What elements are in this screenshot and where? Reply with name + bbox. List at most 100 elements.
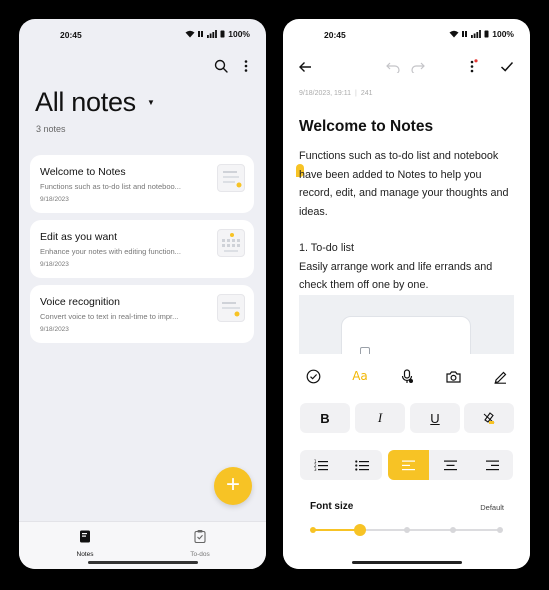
- nav-label-todos: To-dos: [190, 551, 210, 558]
- slider-step[interactable]: [403, 527, 410, 533]
- handwriting-button[interactable]: [486, 362, 514, 390]
- svg-text:3: 3: [314, 467, 317, 471]
- numbered-list-button[interactable]: 123: [300, 450, 341, 480]
- slider-step[interactable]: [497, 527, 503, 533]
- nav-label-notes: Notes: [76, 551, 94, 558]
- bulleted-list-button[interactable]: [341, 450, 382, 480]
- todos-icon: [194, 530, 206, 544]
- data-icon: [198, 31, 204, 37]
- checklist-button[interactable]: [299, 362, 327, 390]
- note-card[interactable]: Voice recognition Convert voice to text …: [30, 285, 254, 343]
- note-date: 9/18/2023: [40, 261, 69, 268]
- italic-button[interactable]: I: [355, 403, 405, 433]
- note-card[interactable]: Edit as you want Enhance your notes with…: [30, 220, 254, 278]
- redo-icon[interactable]: [411, 61, 425, 73]
- wifi-icon: [449, 30, 459, 38]
- editor-toolbar: [283, 57, 530, 79]
- battery-level: 100%: [228, 29, 250, 39]
- back-arrow-icon[interactable]: [298, 60, 312, 74]
- battery-icon: [220, 30, 225, 38]
- nav-item-todos[interactable]: To-dos: [170, 530, 230, 558]
- text-style-row: B I U: [299, 403, 516, 433]
- nav-item-notes[interactable]: Notes: [55, 530, 115, 558]
- status-bar: 20:45 100%: [19, 19, 266, 47]
- top-actions: [214, 59, 248, 73]
- checklist-icon: [306, 369, 320, 383]
- undo-icon[interactable]: [386, 61, 400, 73]
- slider-step[interactable]: [450, 527, 457, 533]
- note-preview: Enhance your notes with editing function…: [40, 247, 181, 256]
- list-align-row: 123: [299, 450, 516, 480]
- camera-icon: [445, 370, 461, 383]
- note-date: 9/18/2023: [40, 326, 69, 333]
- bulleted-list-icon: [354, 460, 369, 471]
- text-format-button[interactable]: Aa: [346, 362, 374, 390]
- more-options-icon[interactable]: [244, 59, 248, 73]
- data-icon: [462, 31, 468, 37]
- note-meta: 9/18/2023, 19:11 | 241: [299, 90, 373, 97]
- align-center-button[interactable]: [430, 450, 471, 480]
- search-icon[interactable]: [214, 59, 228, 73]
- page-title[interactable]: All notes: [35, 87, 136, 118]
- note-date: 9/18/2023: [40, 196, 69, 203]
- status-icons: 100%: [185, 29, 250, 39]
- note-title: Edit as you want: [40, 231, 118, 243]
- note-thumbnail: [217, 229, 245, 257]
- document-body[interactable]: Functions such as to-do list and noteboo…: [299, 147, 517, 313]
- home-indicator[interactable]: [87, 561, 198, 564]
- note-date: 9/18/2023, 19:11: [299, 90, 352, 97]
- note-preview: Convert voice to text in real-time to im…: [40, 312, 179, 321]
- voice-input-button[interactable]: [393, 362, 421, 390]
- body-paragraph: Easily arrange work and life errands and…: [299, 260, 493, 292]
- note-card[interactable]: Welcome to Notes Functions such as to-do…: [30, 155, 254, 213]
- notes-list-screen: 20:45 100% All notes ▼ 3 notes Welcome t…: [19, 19, 266, 569]
- note-count: 3 notes: [36, 124, 66, 134]
- font-size-label: Font size: [310, 501, 354, 512]
- note-title: Welcome to Notes: [40, 166, 126, 178]
- note-thumbnail: [217, 294, 245, 322]
- meta-separator: |: [355, 90, 357, 97]
- more-options-icon[interactable]: [469, 59, 478, 74]
- camera-button[interactable]: [439, 362, 467, 390]
- status-time: 20:45: [60, 30, 82, 40]
- underline-button[interactable]: U: [410, 403, 460, 433]
- align-left-icon: [402, 460, 415, 470]
- status-time: 20:45: [324, 30, 346, 40]
- home-indicator[interactable]: [351, 561, 462, 564]
- status-bar: 20:45 100%: [283, 19, 530, 47]
- align-right-button[interactable]: [472, 450, 513, 480]
- align-center-icon: [444, 460, 457, 470]
- align-left-button[interactable]: [388, 450, 429, 480]
- battery-level: 100%: [492, 29, 514, 39]
- slider-thumb[interactable]: [353, 524, 366, 536]
- font-size-value: Default: [480, 503, 504, 512]
- highlight-button[interactable]: [464, 403, 514, 433]
- highlighter-icon: [483, 412, 495, 424]
- list-style-group: 123: [300, 450, 382, 480]
- align-right-icon: [486, 460, 499, 470]
- add-note-button[interactable]: +: [214, 467, 252, 505]
- note-thumbnail: [217, 164, 245, 192]
- status-icons: 100%: [449, 29, 514, 39]
- body-heading: 1. To-do list: [299, 242, 355, 254]
- handwriting-icon: [494, 371, 506, 384]
- slider-step[interactable]: [310, 527, 316, 533]
- note-editor-screen: 20:45 100% 9/18/2023, 19:11 | 241 Welcome …: [283, 19, 530, 569]
- signal-icon: [207, 30, 218, 38]
- slider-fill: [313, 529, 360, 531]
- note-title: Voice recognition: [40, 296, 120, 308]
- text-format-icon: Aa: [352, 369, 368, 383]
- voice-input-icon: [401, 368, 413, 383]
- alignment-group: [388, 450, 513, 480]
- char-count: 241: [360, 90, 373, 97]
- checkmark-icon[interactable]: [500, 60, 514, 73]
- format-tools: Aa: [283, 362, 530, 390]
- signal-icon: [471, 30, 482, 38]
- font-size-slider[interactable]: [310, 524, 503, 536]
- document-title[interactable]: Welcome to Notes: [299, 118, 433, 136]
- bottom-nav: Notes To-dos: [19, 521, 266, 569]
- bold-button[interactable]: B: [300, 403, 350, 433]
- folder-dropdown-icon[interactable]: ▼: [147, 98, 155, 107]
- numbered-list-icon: 123: [314, 459, 328, 471]
- note-preview: Functions such as to-do list and noteboo…: [40, 182, 181, 191]
